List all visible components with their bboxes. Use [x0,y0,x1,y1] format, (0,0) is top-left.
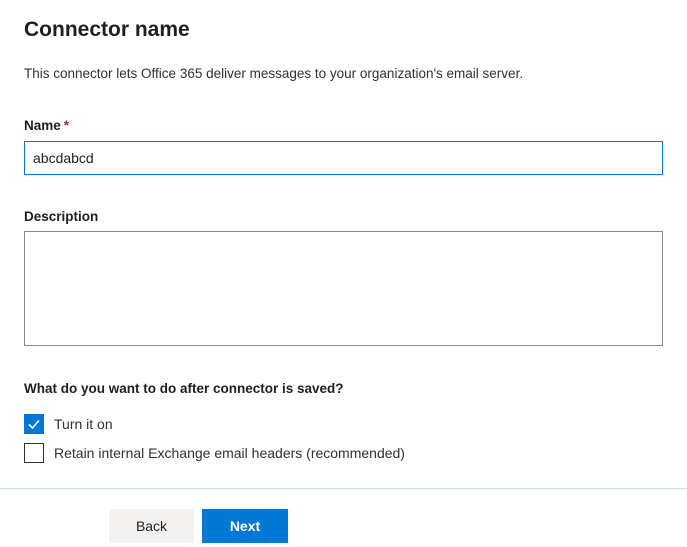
page-description: This connector lets Office 365 deliver m… [24,66,524,81]
footer-divider [0,488,687,489]
back-button[interactable]: Back [109,509,194,543]
retain-headers-checkbox-row[interactable]: Retain internal Exchange email headers (… [24,443,405,463]
turn-it-on-label: Turn it on [54,416,113,432]
turn-it-on-checkbox-row[interactable]: Turn it on [24,414,113,434]
retain-headers-checkbox[interactable] [24,443,44,463]
description-field-label: Description [24,209,99,224]
retain-headers-label: Retain internal Exchange email headers (… [54,445,405,461]
name-field-label: Name * [24,118,69,133]
next-button[interactable]: Next [202,509,288,543]
description-textarea[interactable] [24,231,663,346]
page-title: Connector name [24,18,190,41]
required-marker: * [63,118,70,133]
turn-it-on-checkbox[interactable] [24,414,44,434]
options-heading: What do you want to do after connector i… [24,381,344,396]
name-input[interactable] [24,141,663,175]
checkmark-icon [28,419,40,430]
name-label-text: Name [24,118,61,133]
